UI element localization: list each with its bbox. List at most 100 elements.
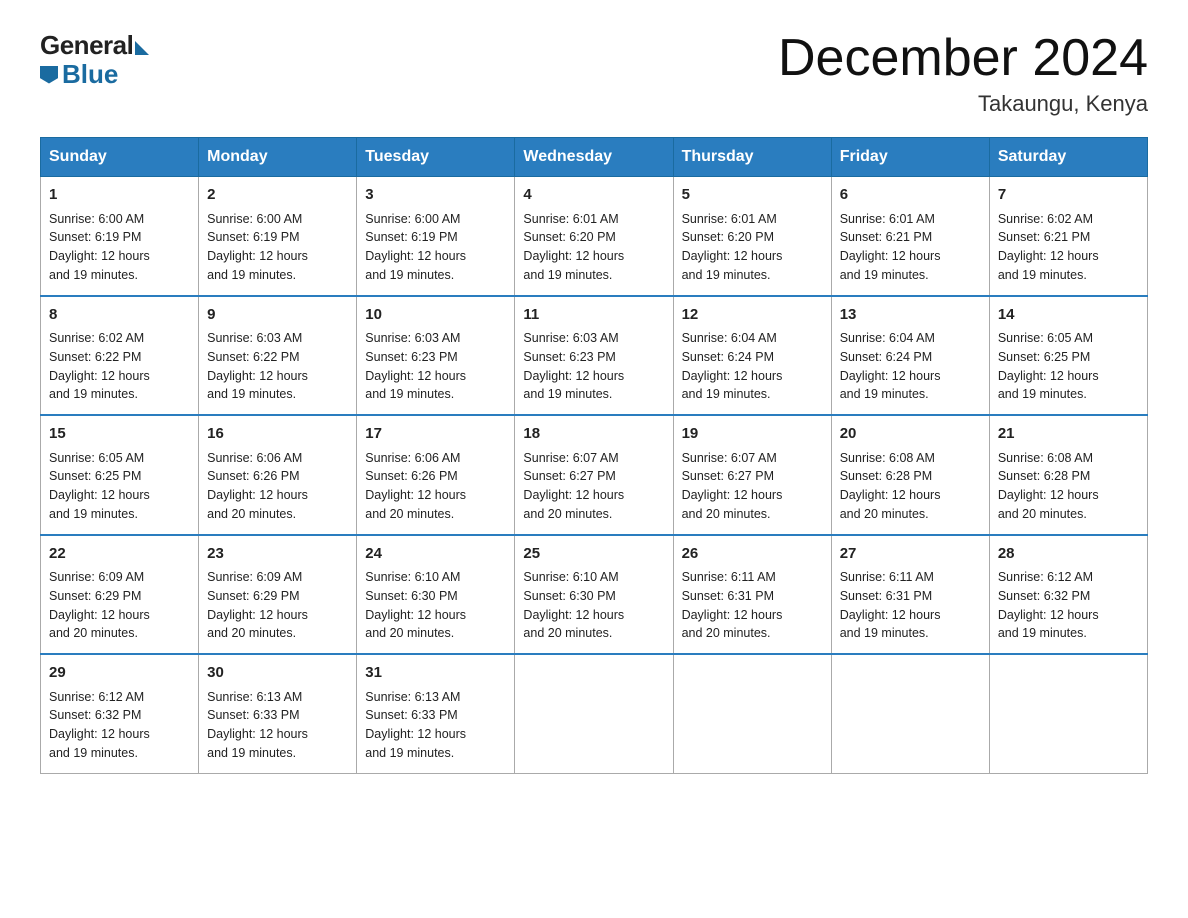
sunset-label: Sunset: 6:28 PM	[840, 469, 932, 483]
table-row: 17 Sunrise: 6:06 AM Sunset: 6:26 PM Dayl…	[357, 415, 515, 535]
daylight-label: Daylight: 12 hoursand 19 minutes.	[682, 369, 783, 402]
day-number: 10	[365, 304, 506, 327]
table-row: 18 Sunrise: 6:07 AM Sunset: 6:27 PM Dayl…	[515, 415, 673, 535]
daylight-label: Daylight: 12 hoursand 19 minutes.	[49, 488, 150, 521]
sunrise-label: Sunrise: 6:03 AM	[365, 331, 460, 345]
daylight-label: Daylight: 12 hoursand 19 minutes.	[365, 249, 466, 282]
sunrise-label: Sunrise: 6:06 AM	[207, 451, 302, 465]
table-row	[831, 654, 989, 773]
calendar-table: Sunday Monday Tuesday Wednesday Thursday…	[40, 137, 1148, 774]
day-number: 30	[207, 662, 348, 685]
daylight-label: Daylight: 12 hoursand 20 minutes.	[998, 488, 1099, 521]
day-number: 17	[365, 423, 506, 446]
sunset-label: Sunset: 6:21 PM	[840, 230, 932, 244]
table-row: 31 Sunrise: 6:13 AM Sunset: 6:33 PM Dayl…	[357, 654, 515, 773]
table-row: 11 Sunrise: 6:03 AM Sunset: 6:23 PM Dayl…	[515, 296, 673, 416]
sunrise-label: Sunrise: 6:10 AM	[523, 570, 618, 584]
sunrise-label: Sunrise: 6:05 AM	[998, 331, 1093, 345]
table-row	[673, 654, 831, 773]
day-number: 24	[365, 543, 506, 566]
sunset-label: Sunset: 6:23 PM	[523, 350, 615, 364]
sunrise-label: Sunrise: 6:05 AM	[49, 451, 144, 465]
sunset-label: Sunset: 6:20 PM	[682, 230, 774, 244]
calendar-week-5: 29 Sunrise: 6:12 AM Sunset: 6:32 PM Dayl…	[41, 654, 1148, 773]
daylight-label: Daylight: 12 hoursand 19 minutes.	[207, 727, 308, 760]
table-row: 19 Sunrise: 6:07 AM Sunset: 6:27 PM Dayl…	[673, 415, 831, 535]
sunrise-label: Sunrise: 6:02 AM	[49, 331, 144, 345]
sunrise-label: Sunrise: 6:12 AM	[998, 570, 1093, 584]
day-number: 16	[207, 423, 348, 446]
sunrise-label: Sunrise: 6:10 AM	[365, 570, 460, 584]
table-row: 25 Sunrise: 6:10 AM Sunset: 6:30 PM Dayl…	[515, 535, 673, 655]
sunset-label: Sunset: 6:33 PM	[365, 708, 457, 722]
daylight-label: Daylight: 12 hoursand 20 minutes.	[207, 488, 308, 521]
sunrise-label: Sunrise: 6:00 AM	[49, 212, 144, 226]
table-row: 4 Sunrise: 6:01 AM Sunset: 6:20 PM Dayli…	[515, 177, 673, 296]
sunset-label: Sunset: 6:32 PM	[998, 589, 1090, 603]
calendar-week-1: 1 Sunrise: 6:00 AM Sunset: 6:19 PM Dayli…	[41, 177, 1148, 296]
day-number: 19	[682, 423, 823, 446]
table-row: 14 Sunrise: 6:05 AM Sunset: 6:25 PM Dayl…	[989, 296, 1147, 416]
table-row: 16 Sunrise: 6:06 AM Sunset: 6:26 PM Dayl…	[199, 415, 357, 535]
sunset-label: Sunset: 6:23 PM	[365, 350, 457, 364]
table-row: 26 Sunrise: 6:11 AM Sunset: 6:31 PM Dayl…	[673, 535, 831, 655]
logo: General Blue	[40, 30, 149, 90]
table-row: 7 Sunrise: 6:02 AM Sunset: 6:21 PM Dayli…	[989, 177, 1147, 296]
logo-arrow-icon	[135, 41, 149, 55]
sunrise-label: Sunrise: 6:00 AM	[365, 212, 460, 226]
col-friday: Friday	[831, 138, 989, 177]
sunrise-label: Sunrise: 6:01 AM	[840, 212, 935, 226]
sunset-label: Sunset: 6:24 PM	[682, 350, 774, 364]
sunrise-label: Sunrise: 6:01 AM	[523, 212, 618, 226]
sunrise-label: Sunrise: 6:03 AM	[207, 331, 302, 345]
sunset-label: Sunset: 6:31 PM	[682, 589, 774, 603]
daylight-label: Daylight: 12 hoursand 19 minutes.	[49, 369, 150, 402]
table-row: 13 Sunrise: 6:04 AM Sunset: 6:24 PM Dayl…	[831, 296, 989, 416]
col-wednesday: Wednesday	[515, 138, 673, 177]
sunrise-label: Sunrise: 6:04 AM	[682, 331, 777, 345]
day-number: 4	[523, 184, 664, 207]
sunset-label: Sunset: 6:28 PM	[998, 469, 1090, 483]
day-number: 8	[49, 304, 190, 327]
table-row: 10 Sunrise: 6:03 AM Sunset: 6:23 PM Dayl…	[357, 296, 515, 416]
table-row: 22 Sunrise: 6:09 AM Sunset: 6:29 PM Dayl…	[41, 535, 199, 655]
col-tuesday: Tuesday	[357, 138, 515, 177]
table-row: 8 Sunrise: 6:02 AM Sunset: 6:22 PM Dayli…	[41, 296, 199, 416]
calendar-week-3: 15 Sunrise: 6:05 AM Sunset: 6:25 PM Dayl…	[41, 415, 1148, 535]
daylight-label: Daylight: 12 hoursand 19 minutes.	[840, 249, 941, 282]
daylight-label: Daylight: 12 hoursand 19 minutes.	[49, 249, 150, 282]
day-number: 20	[840, 423, 981, 446]
sunrise-label: Sunrise: 6:09 AM	[207, 570, 302, 584]
daylight-label: Daylight: 12 hoursand 19 minutes.	[365, 727, 466, 760]
daylight-label: Daylight: 12 hoursand 19 minutes.	[365, 369, 466, 402]
sunset-label: Sunset: 6:21 PM	[998, 230, 1090, 244]
daylight-label: Daylight: 12 hoursand 20 minutes.	[682, 488, 783, 521]
day-number: 23	[207, 543, 348, 566]
day-number: 14	[998, 304, 1139, 327]
daylight-label: Daylight: 12 hoursand 19 minutes.	[840, 608, 941, 641]
daylight-label: Daylight: 12 hoursand 20 minutes.	[207, 608, 308, 641]
sunrise-label: Sunrise: 6:13 AM	[365, 690, 460, 704]
sunset-label: Sunset: 6:25 PM	[998, 350, 1090, 364]
daylight-label: Daylight: 12 hoursand 19 minutes.	[682, 249, 783, 282]
sunset-label: Sunset: 6:33 PM	[207, 708, 299, 722]
table-row: 1 Sunrise: 6:00 AM Sunset: 6:19 PM Dayli…	[41, 177, 199, 296]
daylight-label: Daylight: 12 hoursand 19 minutes.	[207, 249, 308, 282]
location-subtitle: Takaungu, Kenya	[778, 91, 1148, 117]
calendar-week-4: 22 Sunrise: 6:09 AM Sunset: 6:29 PM Dayl…	[41, 535, 1148, 655]
table-row: 9 Sunrise: 6:03 AM Sunset: 6:22 PM Dayli…	[199, 296, 357, 416]
sunrise-label: Sunrise: 6:12 AM	[49, 690, 144, 704]
daylight-label: Daylight: 12 hoursand 19 minutes.	[207, 369, 308, 402]
table-row: 2 Sunrise: 6:00 AM Sunset: 6:19 PM Dayli…	[199, 177, 357, 296]
sunrise-label: Sunrise: 6:11 AM	[840, 570, 934, 584]
sunset-label: Sunset: 6:32 PM	[49, 708, 141, 722]
day-number: 21	[998, 423, 1139, 446]
logo-general-text: General	[40, 30, 133, 61]
day-number: 15	[49, 423, 190, 446]
day-number: 5	[682, 184, 823, 207]
daylight-label: Daylight: 12 hoursand 19 minutes.	[998, 249, 1099, 282]
daylight-label: Daylight: 12 hoursand 19 minutes.	[49, 727, 150, 760]
sunset-label: Sunset: 6:26 PM	[365, 469, 457, 483]
day-number: 13	[840, 304, 981, 327]
table-row	[989, 654, 1147, 773]
